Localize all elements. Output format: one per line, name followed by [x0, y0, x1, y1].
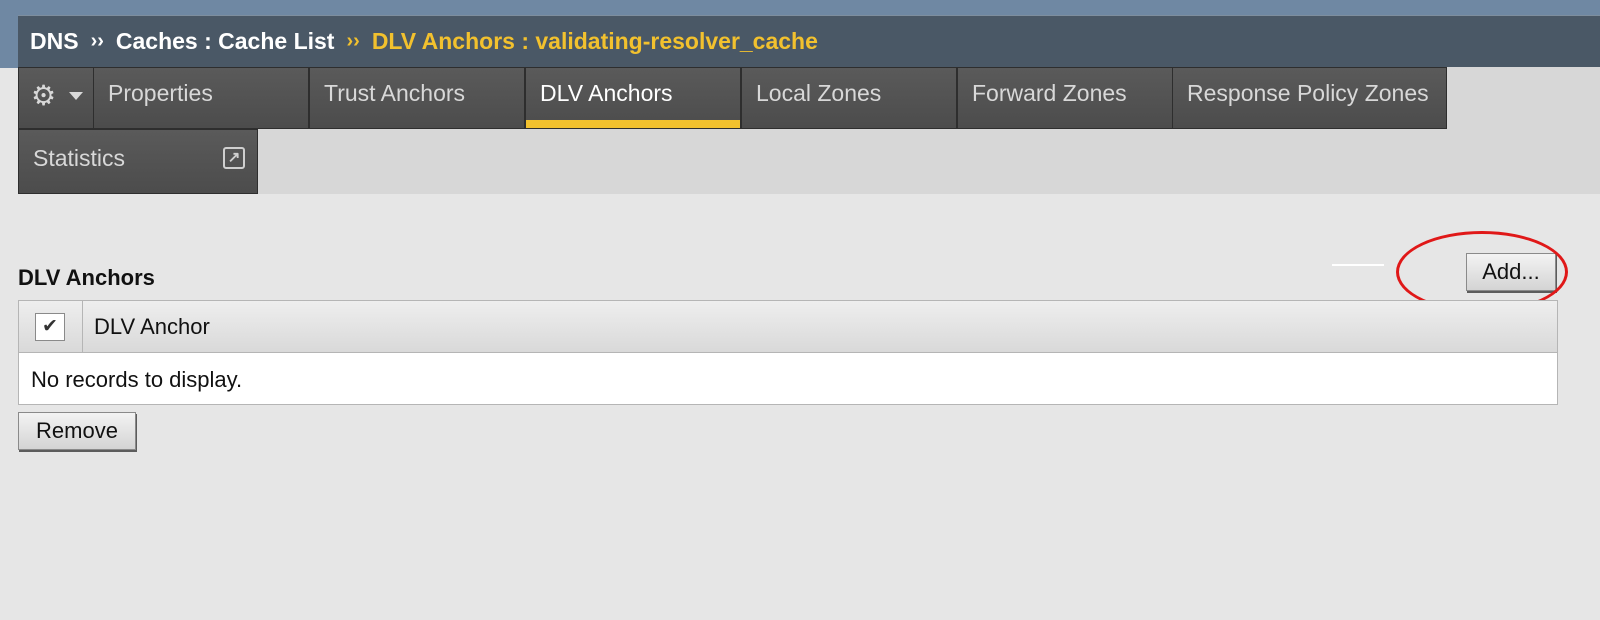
tab-label: Forward Zones — [972, 80, 1127, 106]
breadcrumb-current: DLV Anchors : validating-resolver_cache — [371, 28, 818, 54]
tab-label: Local Zones — [756, 80, 882, 106]
section-title: DLV Anchors — [18, 265, 155, 290]
dlv-anchors-table: ✔ DLV Anchor No records to display. — [18, 300, 1558, 405]
tab-label: DLV Anchors — [540, 80, 673, 106]
select-all-cell: ✔ — [19, 301, 83, 353]
tab-bar: ⚙ Properties Trust Anchors DLV Anchors L… — [18, 67, 1600, 194]
divider — [1332, 264, 1384, 266]
add-button[interactable]: Add... — [1466, 253, 1556, 291]
breadcrumb-separator: ›› — [90, 30, 104, 52]
tab-local-zones[interactable]: Local Zones — [741, 67, 957, 129]
external-link-icon[interactable]: ↗ — [223, 147, 245, 169]
breadcrumb-parent[interactable]: Caches : Cache List — [116, 28, 335, 55]
select-all-checkbox[interactable]: ✔ — [35, 313, 65, 341]
table-header: ✔ DLV Anchor — [19, 301, 1557, 353]
empty-message: No records to display. — [31, 367, 243, 392]
tab-label: Response Policy Zones — [1187, 80, 1429, 106]
breadcrumb-root[interactable]: DNS — [30, 28, 79, 55]
gear-icon: ⚙ — [31, 80, 57, 111]
tab-dlv-anchors[interactable]: DLV Anchors — [525, 67, 741, 129]
tab-statistics[interactable]: Statistics ↗ — [18, 129, 258, 194]
tab-label: Trust Anchors — [324, 80, 466, 106]
breadcrumb: DNS ›› Caches : Cache List ›› DLV Anchor… — [18, 15, 1600, 67]
chevron-down-icon — [69, 92, 83, 100]
breadcrumb-separator: ›› — [346, 30, 360, 52]
column-header-dlv-anchor[interactable]: DLV Anchor — [94, 314, 210, 340]
tab-label: Statistics — [33, 145, 126, 171]
tab-forward-zones[interactable]: Forward Zones — [957, 67, 1173, 129]
tab-response-policy-zones[interactable]: Response Policy Zones — [1172, 67, 1447, 129]
tab-label: Properties — [108, 80, 213, 106]
gear-menu-button[interactable]: ⚙ — [18, 67, 94, 129]
tab-properties[interactable]: Properties — [93, 67, 309, 129]
tab-trust-anchors[interactable]: Trust Anchors — [309, 67, 525, 129]
remove-button[interactable]: Remove — [18, 412, 136, 450]
